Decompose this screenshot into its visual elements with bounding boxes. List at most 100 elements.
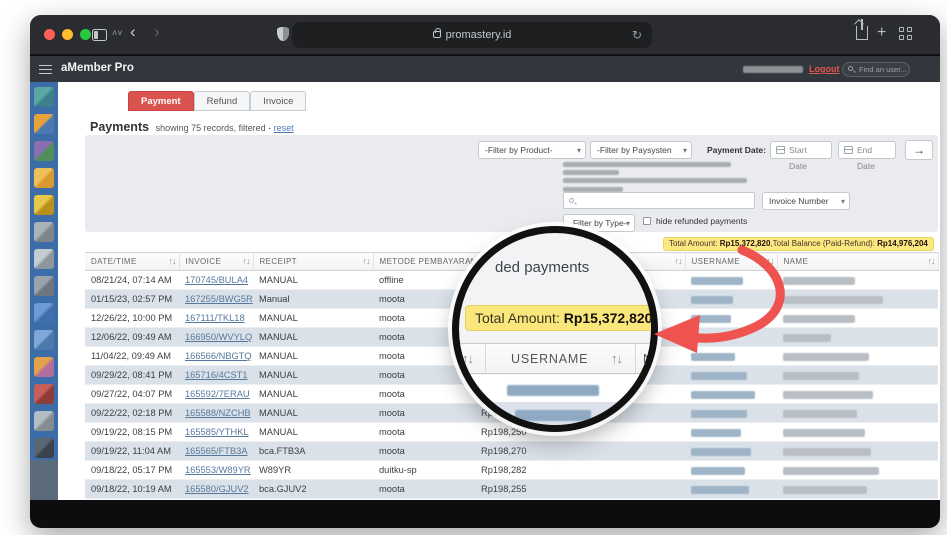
col-username[interactable]: USERNAME ↑↓ bbox=[685, 252, 778, 271]
cart-icon[interactable] bbox=[34, 249, 54, 269]
sort-icon[interactable]: ↑↓ bbox=[928, 256, 936, 266]
col-datetime[interactable]: DATE/TIME ↑↓ bbox=[85, 252, 180, 271]
setup-gear-icon[interactable] bbox=[34, 222, 54, 242]
cell-username-redacted bbox=[685, 365, 777, 385]
info-clock-icon[interactable] bbox=[34, 438, 54, 458]
invoice-link[interactable]: 165592/7ERAU bbox=[185, 389, 250, 399]
cell-receipt: MANUAL bbox=[253, 422, 373, 442]
invoice-link[interactable]: 166566/NBGTQ bbox=[185, 351, 252, 361]
helpdesk-globe-icon[interactable] bbox=[34, 384, 54, 404]
magnified-username-header: USERNAME bbox=[511, 352, 589, 366]
logout-link[interactable]: Logout bbox=[809, 64, 840, 74]
sort-icon[interactable]: ↑↓ bbox=[243, 256, 251, 266]
filter-product-select[interactable]: -Filter by Product- bbox=[478, 141, 586, 159]
cell-username-redacted bbox=[685, 460, 777, 480]
forward-button[interactable]: › bbox=[154, 23, 160, 41]
invoice-link[interactable]: 170745/BULA4 bbox=[185, 275, 248, 285]
sidebar-toggle-icon[interactable] bbox=[92, 29, 107, 41]
filter-panel: -Filter by Product- -Filter by Paysysten… bbox=[85, 135, 938, 232]
zoom-window-button[interactable] bbox=[80, 29, 91, 40]
reset-filter-link[interactable]: reset bbox=[274, 123, 294, 133]
sort-icon[interactable]: ↑↓ bbox=[363, 256, 371, 266]
invoice-search-input[interactable] bbox=[563, 192, 755, 209]
total-balance-value: Rp14,976,204 bbox=[877, 239, 928, 248]
privacy-shield-icon[interactable] bbox=[277, 27, 289, 41]
find-user-input[interactable]: Find an user... bbox=[842, 62, 910, 77]
calendar-icon bbox=[844, 146, 853, 154]
cell-receipt: bca.FTB3A bbox=[253, 441, 373, 461]
magnified-row bbox=[459, 375, 651, 402]
utilities-wrench-icon[interactable] bbox=[34, 411, 54, 431]
invoice-link[interactable]: 167255/BWG5R bbox=[185, 294, 253, 304]
col-invoice[interactable]: INVOICE ↑↓ bbox=[179, 252, 254, 271]
cell-name-redacted bbox=[777, 270, 938, 290]
cell-receipt: MANUAL bbox=[253, 365, 373, 385]
chevron-down-icon[interactable]: ˄˅ bbox=[112, 28, 123, 38]
cell-name-redacted bbox=[777, 365, 938, 385]
new-tab-icon[interactable]: + bbox=[877, 24, 886, 42]
cell-name-redacted bbox=[777, 479, 938, 499]
share-icon[interactable] bbox=[856, 19, 868, 40]
start-date-button[interactable]: Start Date bbox=[770, 141, 832, 171]
sort-icon[interactable]: ↑↓ bbox=[675, 256, 683, 266]
add-user-icon[interactable] bbox=[34, 357, 54, 377]
cell-username-redacted bbox=[685, 479, 777, 499]
reload-icon[interactable]: ↻ bbox=[632, 22, 642, 48]
products-folder-icon[interactable] bbox=[34, 168, 54, 188]
end-date-button[interactable]: End Date bbox=[838, 141, 896, 171]
user-icon[interactable] bbox=[34, 114, 54, 134]
content-pages-icon[interactable] bbox=[34, 330, 54, 350]
cell-invoice: 165592/7ERAU bbox=[179, 384, 253, 404]
affiliates-users-icon[interactable] bbox=[34, 276, 54, 296]
tab-overview-icon[interactable] bbox=[899, 27, 912, 40]
ssl-lock-icon bbox=[432, 28, 441, 38]
invoice-link[interactable]: 167111/TKL18 bbox=[185, 313, 245, 323]
cell-date: 12/26/22, 10:00 PM bbox=[85, 308, 179, 328]
magnified-table-header: ↑↓ USERNAME ↑↓ NAM bbox=[459, 343, 651, 374]
find-user-placeholder: Find an user... bbox=[859, 65, 907, 74]
cell-username-redacted bbox=[685, 289, 777, 309]
search-field-select[interactable]: Invoice Number bbox=[762, 192, 850, 210]
reports-chart-icon[interactable] bbox=[34, 141, 54, 161]
browser-toolbar: ˄˅ ‹ › promastery.id ↻ + bbox=[30, 15, 940, 55]
back-button[interactable]: ‹ bbox=[130, 23, 136, 41]
sort-icon[interactable]: ↑↓ bbox=[169, 256, 177, 266]
cell-invoice: 165588/NZCHB bbox=[179, 403, 253, 423]
cell-invoice: 166950/WVYLQ bbox=[179, 327, 253, 347]
hide-refunded-checkbox[interactable] bbox=[643, 217, 651, 225]
close-window-button[interactable] bbox=[44, 29, 55, 40]
tab-refund[interactable]: Refund bbox=[193, 91, 251, 111]
col-name[interactable]: NAME ↑↓ bbox=[777, 252, 939, 271]
cell-date: 12/06/22, 09:49 AM bbox=[85, 327, 179, 347]
cell-name-redacted bbox=[777, 403, 938, 423]
invoice-link[interactable]: 165588/NZCHB bbox=[185, 408, 251, 418]
invoice-link[interactable]: 165585/YTHKL bbox=[185, 427, 249, 437]
cell-username-redacted bbox=[685, 308, 777, 328]
minimize-window-button[interactable] bbox=[62, 29, 73, 40]
cell-name-redacted bbox=[777, 460, 938, 480]
cell-receipt: MANUAL bbox=[253, 270, 373, 290]
invoice-link[interactable]: 165565/FTB3A bbox=[185, 446, 248, 456]
cell-invoice: 167255/BWG5R bbox=[179, 289, 253, 309]
cell-date: 09/27/22, 04:07 PM bbox=[85, 384, 179, 404]
tab-payment[interactable]: Payment bbox=[128, 91, 194, 111]
invoice-link[interactable]: 165553/W89YR bbox=[185, 465, 251, 475]
page-title-row: Payments showing 75 records, filtered - … bbox=[90, 120, 294, 134]
menu-hamburger-icon[interactable] bbox=[39, 65, 52, 74]
sort-icon[interactable]: ↑↓ bbox=[767, 256, 775, 266]
address-bar[interactable]: promastery.id ↻ bbox=[292, 22, 652, 48]
filter-paysystem-select[interactable]: -Filter by Paysysten bbox=[590, 141, 692, 159]
protection-lock-icon[interactable] bbox=[34, 195, 54, 215]
invoice-link[interactable]: 165580/GJUV2 bbox=[185, 484, 249, 494]
total-amount-value: Rp15,372,820 bbox=[719, 239, 771, 248]
invoice-link[interactable]: 165716/4CST1 bbox=[185, 370, 248, 380]
tab-invoice[interactable]: Invoice bbox=[250, 91, 307, 111]
invoice-link[interactable]: 166950/WVYLQ bbox=[185, 332, 252, 342]
cell-date: 09/29/22, 08:41 PM bbox=[85, 365, 179, 385]
apply-filter-arrow-button[interactable]: → bbox=[905, 140, 933, 160]
dashboard-icon[interactable] bbox=[34, 87, 54, 107]
cell-receipt: W89YR bbox=[253, 460, 373, 480]
cell-name-redacted bbox=[777, 289, 938, 309]
integration-link-icon[interactable] bbox=[34, 303, 54, 323]
col-receipt[interactable]: RECEIPT ↑↓ bbox=[253, 252, 374, 271]
